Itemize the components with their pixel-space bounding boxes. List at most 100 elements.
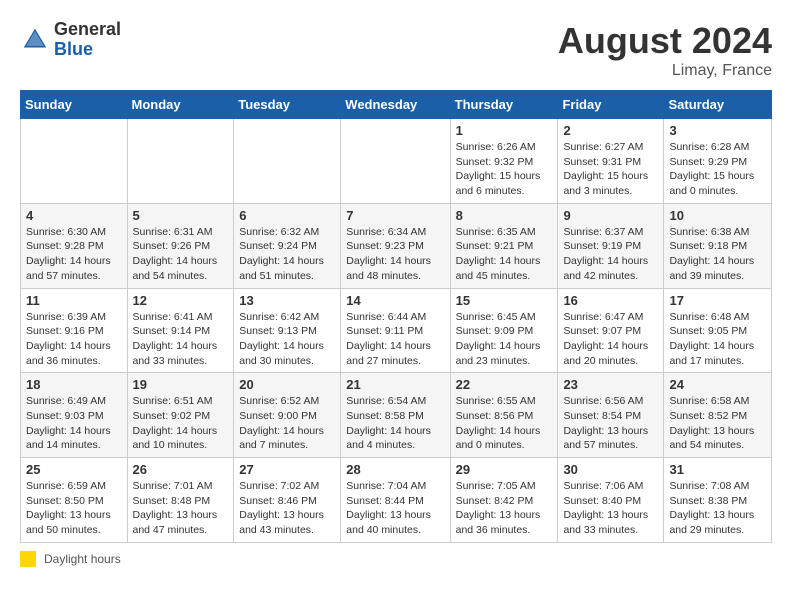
calendar-cell: 21Sunrise: 6:54 AM Sunset: 8:58 PM Dayli… [341, 373, 450, 458]
location: Limay, France [558, 62, 772, 80]
calendar-cell: 7 Sunrise: 6:34 AM Sunset: 9:23 PM Daylig… [341, 203, 450, 288]
logo-text: General Blue [54, 20, 121, 60]
calendar-cell [127, 119, 234, 204]
day-number: 28 [346, 462, 444, 477]
day-number: 16 [563, 293, 658, 308]
day-number: 3 [669, 123, 766, 138]
logo-general-text: General [54, 20, 121, 40]
calendar-cell: 10 Sunrise: 6:38 AM Sunset: 9:18 PM Dayli… [664, 203, 772, 288]
day-info: Sunrise: 6:37 AM Sunset: 9:19 PM Dayligh… [563, 225, 658, 284]
month-year: August 2024 [558, 20, 772, 62]
day-info: Sunrise: 6:45 AM Sunset: 9:09 PM Dayligh… [456, 310, 553, 369]
day-number: 14 [346, 293, 444, 308]
calendar-cell: 28 Sunrise: 7:04 AM Sunset: 8:44 PM Dayli… [341, 458, 450, 543]
day-info: Sunrise: 6:39 AM Sunset: 9:16 PM Dayligh… [26, 310, 122, 369]
calendar-cell: 16Sunrise: 6:47 AM Sunset: 9:07 PM Dayli… [558, 288, 664, 373]
day-info: Sunrise: 6:38 AM Sunset: 9:18 PM Dayligh… [669, 225, 766, 284]
calendar-cell: 24 Sunrise: 6:58 AM Sunset: 8:52 PM Dayli… [664, 373, 772, 458]
calendar-cell: 29 Sunrise: 7:05 AM Sunset: 8:42 PM Dayli… [450, 458, 558, 543]
day-number: 12 [133, 293, 229, 308]
calendar-cell: 6 Sunrise: 6:32 AM Sunset: 9:24 PM Daylig… [234, 203, 341, 288]
calendar-header-thursday: Thursday [450, 91, 558, 119]
day-info: Sunrise: 6:30 AM Sunset: 9:28 PM Dayligh… [26, 225, 122, 284]
calendar-cell: 15 Sunrise: 6:45 AM Sunset: 9:09 PM Dayli… [450, 288, 558, 373]
title-block: August 2024 Limay, France [558, 20, 772, 80]
day-number: 31 [669, 462, 766, 477]
calendar-cell: 14 Sunrise: 6:44 AM Sunset: 9:11 PM Dayli… [341, 288, 450, 373]
calendar-header-row: SundayMondayTuesdayWednesdayThursdayFrid… [21, 91, 772, 119]
day-info: Sunrise: 7:01 AM Sunset: 8:48 PM Dayligh… [133, 479, 229, 538]
day-info: Sunrise: 7:05 AM Sunset: 8:42 PM Dayligh… [456, 479, 553, 538]
logo: General Blue [20, 20, 121, 60]
calendar-cell: 13 Sunrise: 6:42 AM Sunset: 9:13 PM Dayli… [234, 288, 341, 373]
day-info: Sunrise: 6:42 AM Sunset: 9:13 PM Dayligh… [239, 310, 335, 369]
page-header: General Blue August 2024 Limay, France [20, 20, 772, 80]
calendar-cell [341, 119, 450, 204]
day-info: Sunrise: 6:26 AM Sunset: 9:32 PM Dayligh… [456, 140, 553, 199]
day-number: 11 [26, 293, 122, 308]
calendar-cell: 12 Sunrise: 6:41 AM Sunset: 9:14 PM Dayli… [127, 288, 234, 373]
calendar-header-monday: Monday [127, 91, 234, 119]
day-number: 13 [239, 293, 335, 308]
day-number: 9 [563, 208, 658, 223]
day-number: 24 [669, 377, 766, 392]
calendar-header-sunday: Sunday [21, 91, 128, 119]
day-info: Sunrise: 6:51 AM Sunset: 9:02 PM Dayligh… [133, 394, 229, 453]
day-info: Sunrise: 6:55 AM Sunset: 8:56 PM Dayligh… [456, 394, 553, 453]
day-number: 30 [563, 462, 658, 477]
day-number: 17 [669, 293, 766, 308]
calendar-cell: 19Sunrise: 6:51 AM Sunset: 9:02 PM Dayli… [127, 373, 234, 458]
day-info: Sunrise: 6:58 AM Sunset: 8:52 PM Dayligh… [669, 394, 766, 453]
calendar-table: SundayMondayTuesdayWednesdayThursdayFrid… [20, 90, 772, 543]
day-number: 10 [669, 208, 766, 223]
day-info: Sunrise: 7:04 AM Sunset: 8:44 PM Dayligh… [346, 479, 444, 538]
day-number: 20 [239, 377, 335, 392]
calendar-cell: 5 Sunrise: 6:31 AM Sunset: 9:26 PM Daylig… [127, 203, 234, 288]
calendar-cell: 25Sunrise: 6:59 AM Sunset: 8:50 PM Dayli… [21, 458, 128, 543]
day-info: Sunrise: 6:48 AM Sunset: 9:05 PM Dayligh… [669, 310, 766, 369]
day-number: 5 [133, 208, 229, 223]
calendar-cell: 1 Sunrise: 6:26 AM Sunset: 9:32 PM Daylig… [450, 119, 558, 204]
calendar-header-friday: Friday [558, 91, 664, 119]
legend: Daylight hours [20, 551, 772, 567]
calendar-header-saturday: Saturday [664, 91, 772, 119]
calendar-week-row: 25Sunrise: 6:59 AM Sunset: 8:50 PM Dayli… [21, 458, 772, 543]
day-number: 22 [456, 377, 553, 392]
calendar-cell [21, 119, 128, 204]
day-number: 1 [456, 123, 553, 138]
day-info: Sunrise: 6:34 AM Sunset: 9:23 PM Dayligh… [346, 225, 444, 284]
day-number: 26 [133, 462, 229, 477]
day-number: 23 [563, 377, 658, 392]
day-info: Sunrise: 6:41 AM Sunset: 9:14 PM Dayligh… [133, 310, 229, 369]
calendar-cell: 27Sunrise: 7:02 AM Sunset: 8:46 PM Dayli… [234, 458, 341, 543]
logo-blue-text: Blue [54, 40, 121, 60]
day-number: 2 [563, 123, 658, 138]
legend-label: Daylight hours [44, 552, 121, 566]
day-number: 15 [456, 293, 553, 308]
day-info: Sunrise: 6:31 AM Sunset: 9:26 PM Dayligh… [133, 225, 229, 284]
day-number: 8 [456, 208, 553, 223]
day-info: Sunrise: 6:32 AM Sunset: 9:24 PM Dayligh… [239, 225, 335, 284]
day-info: Sunrise: 7:02 AM Sunset: 8:46 PM Dayligh… [239, 479, 335, 538]
calendar-header-wednesday: Wednesday [341, 91, 450, 119]
day-number: 21 [346, 377, 444, 392]
calendar-cell: 31Sunrise: 7:08 AM Sunset: 8:38 PM Dayli… [664, 458, 772, 543]
day-number: 7 [346, 208, 444, 223]
day-number: 18 [26, 377, 122, 392]
logo-icon [20, 25, 50, 55]
calendar-cell: 30 Sunrise: 7:06 AM Sunset: 8:40 PM Dayli… [558, 458, 664, 543]
day-number: 4 [26, 208, 122, 223]
day-info: Sunrise: 6:44 AM Sunset: 9:11 PM Dayligh… [346, 310, 444, 369]
day-info: Sunrise: 7:06 AM Sunset: 8:40 PM Dayligh… [563, 479, 658, 538]
day-info: Sunrise: 6:35 AM Sunset: 9:21 PM Dayligh… [456, 225, 553, 284]
calendar-cell: 23 Sunrise: 6:56 AM Sunset: 8:54 PM Dayli… [558, 373, 664, 458]
day-info: Sunrise: 6:56 AM Sunset: 8:54 PM Dayligh… [563, 394, 658, 453]
calendar-cell: 20Sunrise: 6:52 AM Sunset: 9:00 PM Dayli… [234, 373, 341, 458]
calendar-cell: 22 Sunrise: 6:55 AM Sunset: 8:56 PM Dayli… [450, 373, 558, 458]
day-number: 29 [456, 462, 553, 477]
calendar-cell: 11 Sunrise: 6:39 AM Sunset: 9:16 PM Dayli… [21, 288, 128, 373]
day-number: 6 [239, 208, 335, 223]
calendar-cell: 9 Sunrise: 6:37 AM Sunset: 9:19 PM Daylig… [558, 203, 664, 288]
calendar-cell: 17 Sunrise: 6:48 AM Sunset: 9:05 PM Dayli… [664, 288, 772, 373]
calendar-cell: 18Sunrise: 6:49 AM Sunset: 9:03 PM Dayli… [21, 373, 128, 458]
